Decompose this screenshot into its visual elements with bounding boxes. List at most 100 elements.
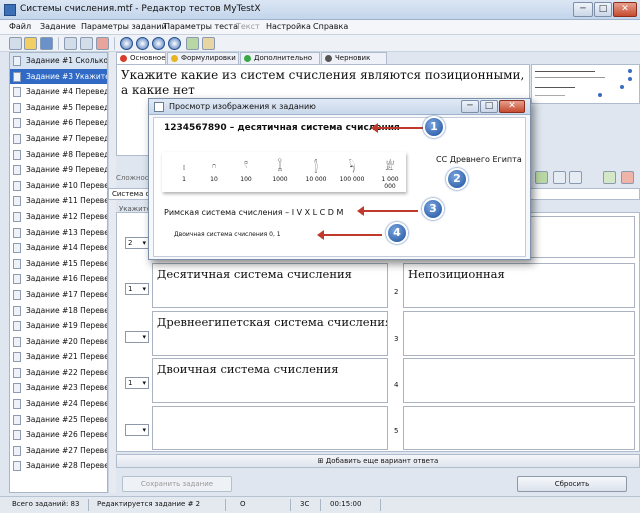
document-icon <box>13 243 21 254</box>
thumbnail-marker <box>628 77 632 81</box>
list-item[interactable]: Задание #19 Перевед <box>10 318 107 334</box>
title-bar: Системы счисления.mtf - Редактор тестов … <box>0 0 640 20</box>
list-item[interactable]: Задание #17 Перевед <box>10 287 107 303</box>
egypt-glyph: 𓂭 <box>314 160 318 173</box>
new-file-icon[interactable] <box>9 37 22 50</box>
delete-task-icon[interactable] <box>96 37 109 50</box>
document-icon <box>13 258 21 269</box>
add-variant-button[interactable]: ⊞ Добавить еще вариант ответа <box>116 454 640 468</box>
tab-draft[interactable]: Черновик <box>321 52 387 64</box>
list-item[interactable]: Задание #20 Перевед <box>10 334 107 350</box>
match-select[interactable]: 1 <box>125 377 149 389</box>
left-answer-cell[interactable] <box>152 406 388 450</box>
left-answer-cell[interactable]: Двоичная система счисления <box>152 358 388 403</box>
maximize-button[interactable]: □ <box>594 2 612 17</box>
move-up-icon[interactable] <box>120 37 133 50</box>
dialog-minimize-button[interactable]: ─ <box>461 100 479 113</box>
plus-icon: ⊞ <box>317 457 326 465</box>
egypt-glyph: 𓆐 <box>348 160 356 173</box>
reset-button[interactable]: Сбросить <box>517 476 627 492</box>
list-item[interactable]: Задание #13 Перевед <box>10 225 107 241</box>
save-task-button[interactable]: Сохранить задание <box>122 476 232 492</box>
list-item[interactable]: Задание #10 Перевед <box>10 178 107 194</box>
arrow-icon <box>371 123 423 133</box>
save-icon[interactable] <box>40 37 53 50</box>
row-number: 5 <box>394 427 399 435</box>
document-icon <box>13 352 21 363</box>
add-icon[interactable] <box>603 171 616 184</box>
list-item[interactable]: Задание #21 Перевед <box>10 349 107 365</box>
list-item[interactable]: Задание #6 Перевед <box>10 115 107 131</box>
add-task-icon[interactable] <box>64 37 77 50</box>
image-thumbnail[interactable] <box>531 64 640 104</box>
status-time: 00:15:00 <box>330 500 362 508</box>
list-item[interactable]: Задание #7 Перевед <box>10 131 107 147</box>
match-select[interactable]: 2 <box>125 237 149 249</box>
list-item[interactable]: Задание #16 Перевед <box>10 271 107 287</box>
list-item[interactable]: Задание #9 Перевед <box>10 162 107 178</box>
edit-icon[interactable] <box>202 37 215 50</box>
sidebar-scrollbar[interactable] <box>108 52 116 493</box>
match-select[interactable]: 1 <box>125 283 149 295</box>
dialog-maximize-button[interactable]: □ <box>480 100 498 113</box>
thumbnail-line <box>535 77 605 78</box>
left-answer-cell[interactable]: Древнеегипетская система счисления <box>152 311 388 356</box>
menu-help[interactable]: Справка <box>313 22 348 31</box>
open-folder-icon[interactable] <box>24 37 37 50</box>
menu-task[interactable]: Задание <box>40 22 76 31</box>
list-item[interactable]: Задание #27 Перевед <box>10 443 107 459</box>
thumbnail-line <box>535 71 595 72</box>
status-divider <box>320 499 321 511</box>
list-item[interactable]: Задание #15 Перевед <box>10 256 107 272</box>
right-answer-cell[interactable] <box>403 406 635 450</box>
list-item[interactable]: Задание #11 Перевед <box>10 193 107 209</box>
left-answer-cell[interactable]: Десятичная система счисления <box>152 263 388 308</box>
list-item[interactable]: Задание #14 Перевед <box>10 240 107 256</box>
tab-additional[interactable]: Дополнительно <box>240 52 320 64</box>
list-item[interactable]: Задание #12 Перевед <box>10 209 107 225</box>
right-answer-cell[interactable]: Непозиционная <box>403 263 635 308</box>
list-item[interactable]: Задание #23 Перевед <box>10 380 107 396</box>
list-item[interactable]: Задание #28 Перевед <box>10 458 107 474</box>
status-dot-icon <box>171 55 178 62</box>
insert-task-icon[interactable] <box>80 37 93 50</box>
match-select[interactable] <box>125 424 149 436</box>
tab-formulations[interactable]: Формулировки <box>167 52 239 64</box>
list-item[interactable]: Задание #8 Перевед <box>10 147 107 163</box>
toolbar <box>0 35 640 52</box>
dialog-close-button[interactable]: ✕ <box>499 100 525 113</box>
egypt-number: 1 000 000 <box>381 176 399 190</box>
menu-file[interactable]: Файл <box>9 22 31 31</box>
list-item[interactable]: Задание #22 Перевед <box>10 365 107 381</box>
document-icon <box>13 196 21 207</box>
menu-settings[interactable]: Настройка <box>266 22 311 31</box>
move-down-icon[interactable] <box>136 37 149 50</box>
list-item[interactable]: Задание #24 Перевед <box>10 396 107 412</box>
document-icon <box>13 180 21 191</box>
menu-task-params[interactable]: Параметры заданий <box>81 22 167 31</box>
right-answer-cell[interactable] <box>403 358 635 403</box>
remove-icon[interactable] <box>621 171 634 184</box>
list-item[interactable]: Задание #26 Перевед <box>10 427 107 443</box>
test-run-icon[interactable] <box>186 37 199 50</box>
menu-text[interactable]: Текст <box>236 22 260 31</box>
right-answer-cell[interactable] <box>403 311 635 356</box>
picture-icon[interactable] <box>569 171 582 184</box>
move-first-icon[interactable] <box>152 37 165 50</box>
move-last-icon[interactable] <box>168 37 181 50</box>
list-item[interactable]: Задание #25 Перевед <box>10 412 107 428</box>
tab-main[interactable]: Основное <box>116 52 166 64</box>
list-item[interactable]: Задание #18 Перевед <box>10 303 107 319</box>
menu-test-params[interactable]: Параметры теста <box>164 22 238 31</box>
list-item-selected[interactable]: Задание #3 Укажите <box>10 68 107 85</box>
list-item[interactable]: Задание #1 Сколько <box>10 53 107 69</box>
egypt-numerals-panel: 𓏤 𓎆 𓍢 𓆼 𓂭 𓆐 𓁨 1 10 100 1000 10 000 100 0… <box>162 152 406 192</box>
egypt-number: 1000 <box>272 176 288 183</box>
list-item[interactable]: Задание #5 Перевед <box>10 100 107 116</box>
close-button[interactable]: ✕ <box>613 2 637 17</box>
list-item[interactable]: Задание #4 Перевед <box>10 84 107 100</box>
camera-icon[interactable] <box>553 171 566 184</box>
match-select[interactable] <box>125 331 149 343</box>
minimize-button[interactable]: ─ <box>573 2 593 17</box>
add-image-icon[interactable] <box>535 171 548 184</box>
